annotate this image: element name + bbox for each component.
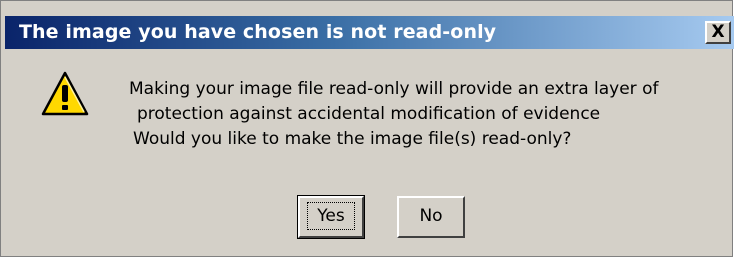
message-line: protection against accidental modificati…: [137, 104, 601, 124]
dialog-window: The image you have chosen is not read-on…: [0, 0, 734, 258]
warning-icon: [41, 71, 89, 116]
close-button[interactable]: X: [705, 21, 731, 44]
no-button[interactable]: No: [397, 196, 465, 238]
dialog-title: The image you have chosen is not read-on…: [19, 21, 497, 43]
dialog-message: Making your image file read-only will pr…: [129, 77, 658, 152]
message-line: Would you like to make the image file(s)…: [133, 129, 572, 149]
title-bar[interactable]: The image you have chosen is not read-on…: [5, 16, 734, 49]
yes-button-label: Yes: [307, 202, 355, 230]
message-line: Making your image file read-only will pr…: [129, 79, 659, 99]
dialog-body: Making your image file read-only will pr…: [5, 49, 734, 258]
yes-button[interactable]: Yes: [297, 195, 365, 239]
